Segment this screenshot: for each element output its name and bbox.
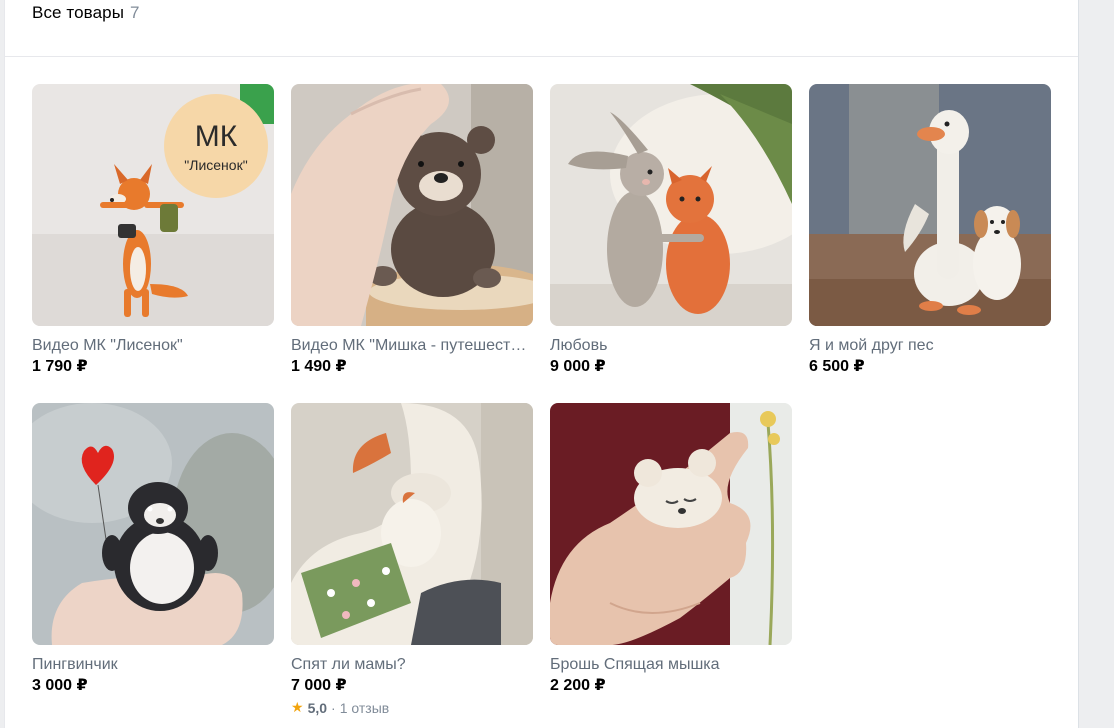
product-price: 3 000 ₽ [32,677,88,694]
rating-separator: · [331,699,336,716]
rating-score: 5,0 [307,699,328,716]
product-price: 9 000 ₽ [550,358,606,375]
product-card[interactable]: Пингвинчик 3 000 ₽ [32,403,274,722]
product-title[interactable]: Спят ли мамы? [291,655,533,675]
product-title[interactable]: Брошь Спящая мышка [550,655,792,675]
products-panel: Все товары 7 МК "Лисенок" Видео МК "Лисе… [4,0,1079,728]
product-price: 1 490 ₽ [291,358,347,375]
product-card[interactable]: Любовь 9 000 ₽ [550,84,792,403]
product-price: 7 000 ₽ [291,677,347,694]
product-price: 1 790 ₽ [32,358,88,375]
product-card[interactable]: Видео МК "Мишка - путешественник" 1 490 … [291,84,533,403]
page-title[interactable]: Все товары 7 [32,3,140,23]
product-title[interactable]: Видео МК "Лисенок" [32,336,274,356]
badge-mk-text: МК [195,120,238,153]
product-card[interactable]: Я и мой друг пес 6 500 ₽ [809,84,1051,403]
product-image-fox[interactable]: МК "Лисенок" [32,84,274,326]
product-image-penguin[interactable] [32,403,274,645]
product-image-goose-dog[interactable] [809,84,1051,326]
product-price: 6 500 ₽ [809,358,865,375]
badge-name-text: "Лисенок" [184,157,247,173]
product-image-love[interactable] [550,84,792,326]
product-card[interactable]: МК "Лисенок" Видео МК "Лисенок" 1 790 ₽ [32,84,274,403]
products-grid: МК "Лисенок" Видео МК "Лисенок" 1 790 ₽ [32,84,1051,722]
products-header: Все товары 7 [5,0,1078,57]
product-image-sleeping-goose[interactable] [291,403,533,645]
product-card[interactable]: Брошь Спящая мышка 2 200 ₽ [550,403,792,722]
products-count: 7 [130,3,140,22]
product-title[interactable]: Я и мой друг пес [809,336,1051,356]
product-title[interactable]: Любовь [550,336,792,356]
all-products-label[interactable]: Все товары [32,3,124,22]
product-card[interactable]: Спят ли мамы? 7 000 ₽ ★ 5,0 · 1 отзыв [291,403,533,722]
star-icon: ★ [291,699,304,715]
product-image-bear[interactable] [291,84,533,326]
product-title[interactable]: Видео МК "Мишка - путешественник" [291,336,533,356]
product-price: 2 200 ₽ [550,677,606,694]
page-scrollbar[interactable] [1098,0,1106,728]
rating-reviews[interactable]: 1 отзыв [340,700,390,716]
product-rating[interactable]: ★ 5,0 · 1 отзыв [291,699,533,716]
product-image-mouse-brooch[interactable] [550,403,792,645]
product-title[interactable]: Пингвинчик [32,655,274,675]
